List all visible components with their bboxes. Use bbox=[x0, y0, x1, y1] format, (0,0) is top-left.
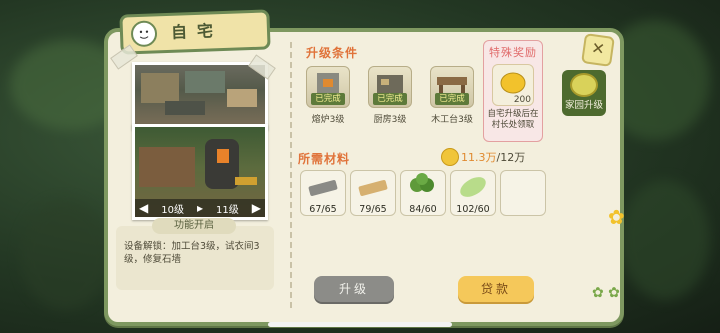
arrow-right-icon: ▸ bbox=[196, 201, 203, 215]
workbench-icon: 已完成 bbox=[430, 66, 474, 108]
panel-divider bbox=[290, 42, 292, 312]
home-upgrade-button[interactable]: 家园升级 bbox=[562, 70, 606, 116]
flower-icon: ✿ bbox=[608, 205, 625, 229]
home-upgrade-label: 家园升级 bbox=[564, 100, 603, 111]
condition-item: 已完成 熔炉3级 bbox=[304, 66, 352, 125]
page-title: 自宅 bbox=[170, 21, 224, 42]
material-slot[interactable]: 84/60 bbox=[400, 170, 446, 216]
function-unlock-text: 设备解锁：加工台3级，试衣间3级，修复石墙 bbox=[124, 241, 260, 265]
house-exterior-photo: ◀ 10级 ▸ 11级 ▶ bbox=[132, 124, 268, 220]
close-icon[interactable]: ✕ bbox=[581, 33, 615, 67]
material-slot[interactable]: 67/65 bbox=[300, 170, 346, 216]
furnace-icon: 已完成 bbox=[306, 66, 350, 108]
materials-label: 所需材料 bbox=[298, 152, 351, 166]
function-unlock-title: 功能开启 bbox=[152, 218, 236, 234]
upgrade-conditions-label: 升级条件 bbox=[306, 46, 359, 60]
kitchen-icon: 已完成 bbox=[368, 66, 412, 108]
money-requirement: 11.3万/12万 bbox=[461, 149, 525, 165]
material-count: 102/60 bbox=[456, 204, 490, 215]
material-slot[interactable]: 102/60 bbox=[450, 170, 496, 216]
level-current: 10级 bbox=[161, 204, 184, 216]
coin-icon bbox=[441, 148, 459, 166]
wood-plank-icon bbox=[358, 179, 388, 197]
level-next: 11级 bbox=[216, 204, 239, 216]
material-count: 84/60 bbox=[409, 204, 437, 215]
arrow-left-icon[interactable]: ◀ bbox=[139, 201, 148, 215]
loan-button[interactable]: 贷款 bbox=[458, 276, 534, 302]
avatar-icon bbox=[130, 20, 158, 48]
condition-item: 已完成 木工台3级 bbox=[428, 66, 476, 125]
home-upgrade-icon bbox=[570, 73, 598, 97]
house-interior-photo bbox=[132, 62, 268, 130]
money-required: /12万 bbox=[496, 151, 526, 164]
metal-ingot-icon bbox=[308, 179, 338, 197]
home-indicator[interactable] bbox=[268, 322, 452, 327]
function-unlock-box: 设备解锁：加工台3级，试衣间3级，修复石墙 bbox=[116, 226, 274, 290]
condition-item: 已完成 厨房3级 bbox=[366, 66, 414, 125]
title-ribbon: 自宅 bbox=[119, 9, 271, 55]
completed-badge: 已完成 bbox=[311, 93, 345, 105]
special-reward-card[interactable]: 特殊奖励 200 自宅升级后在村长处领取 bbox=[483, 40, 543, 142]
arrow-right-nav-icon[interactable]: ▶ bbox=[252, 201, 261, 215]
upgrade-button[interactable]: 升级 bbox=[314, 276, 394, 302]
broccoli-icon bbox=[410, 173, 434, 192]
special-reward-desc: 自宅升级后在村长处领取 bbox=[487, 109, 539, 130]
completed-badge: 已完成 bbox=[435, 93, 469, 105]
gold-shell-icon: 200 bbox=[492, 64, 534, 106]
level-bar: ◀ 10级 ▸ 11级 ▶ bbox=[135, 199, 265, 217]
condition-name: 熔炉3级 bbox=[311, 115, 345, 125]
material-count: 79/65 bbox=[359, 204, 387, 215]
special-reward-title: 特殊奖励 bbox=[489, 46, 537, 59]
material-count: 67/65 bbox=[309, 204, 337, 215]
condition-name: 厨房3级 bbox=[373, 115, 407, 125]
grass-icon: ✿ ✿ bbox=[592, 285, 620, 301]
completed-badge: 已完成 bbox=[373, 93, 407, 105]
money-current: 11.3万 bbox=[461, 151, 497, 164]
reward-count: 200 bbox=[513, 95, 531, 105]
cabbage-icon bbox=[460, 177, 486, 197]
material-slot-empty bbox=[500, 170, 546, 216]
material-slot[interactable]: 79/65 bbox=[350, 170, 396, 216]
condition-name: 木工台3级 bbox=[431, 115, 473, 125]
